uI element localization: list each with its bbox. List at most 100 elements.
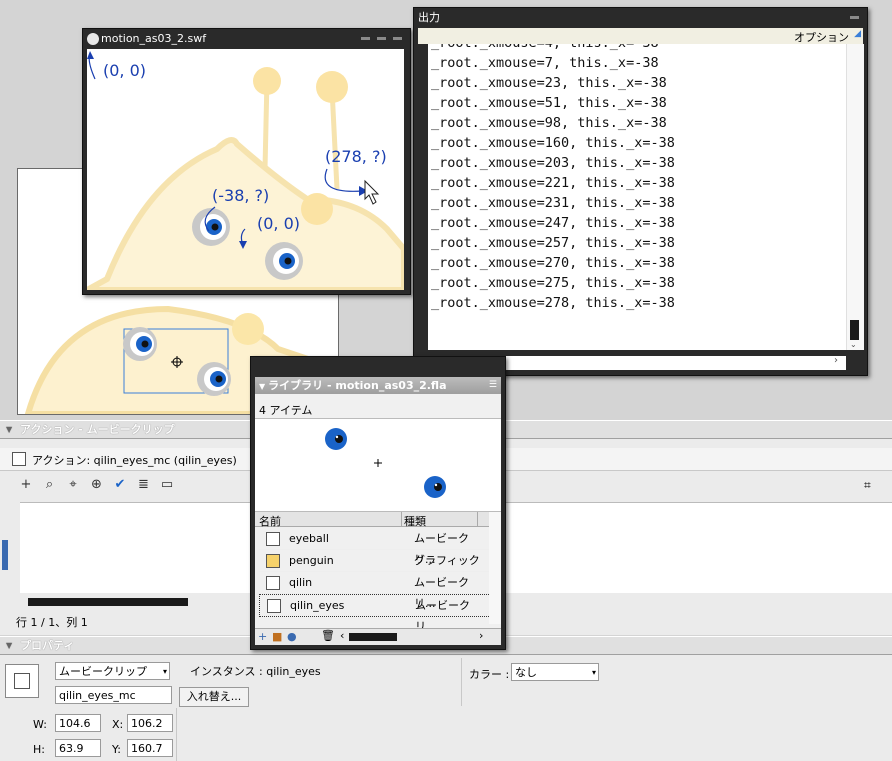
collapse-arrow-icon[interactable]: ▼ <box>6 421 12 438</box>
options-menu-arrow-icon[interactable]: ◢ <box>854 29 861 39</box>
output-line: _root._xmouse=203, this._x=-38 <box>431 155 675 171</box>
library-item[interactable]: qilin ムービークリ... <box>259 572 489 610</box>
close-button[interactable] <box>393 37 402 40</box>
instance-label: インスタンス : qilin_eyes <box>190 665 321 678</box>
library-item-selected[interactable]: qilin_eyes ムービークリ... <box>259 594 491 633</box>
output-close-button[interactable] <box>850 16 859 19</box>
properties-panel: ▼ プロパティ ムービークリップ ▾ qilin_eyes_mc インスタンス … <box>0 636 892 761</box>
clip-origin-annotation: (0, 0) <box>257 214 301 233</box>
divider <box>401 512 402 526</box>
dropdown-arrow-icon[interactable]: ▾ <box>592 664 596 682</box>
swf-player-window[interactable]: motion_as03_2.swf (0, 0) (278, ?) (-38, … <box>82 28 411 295</box>
swf-title: motion_as03_2.swf <box>101 32 207 45</box>
color-effect-select[interactable]: なし ▾ <box>511 663 599 681</box>
x-label: X: <box>112 718 124 731</box>
output-line: _root._xmouse=98, this._x=-38 <box>431 115 667 131</box>
left-position-annotation: (-38, ?) <box>212 186 270 205</box>
find-icon[interactable]: ⌕ <box>40 476 60 494</box>
new-symbol-icon[interactable]: + <box>258 630 267 643</box>
library-vscrollbar[interactable] <box>489 512 501 624</box>
output-line: _root._xmouse=7, this._x=-38 <box>431 55 659 71</box>
add-action-icon[interactable]: + <box>16 476 36 494</box>
new-folder-icon[interactable]: ■ <box>272 630 282 643</box>
auto-format-icon[interactable]: ≣ <box>134 476 154 494</box>
actions-target-label: アクション: qilin_eyes_mc (qilin_eyes) <box>32 454 237 467</box>
library-column-header: 名前 種類 <box>255 512 501 529</box>
y-label: Y: <box>112 743 121 756</box>
output-line: _root._xmouse=231, this._x=-38 <box>431 195 675 211</box>
x-input[interactable]: 106.2 <box>127 714 173 732</box>
output-line: _root._xmouse=23, this._x=-38 <box>431 75 667 91</box>
library-title: ライブラリ - motion_as03_2.fla <box>268 379 447 392</box>
library-titlebar[interactable]: ▼ ライブラリ - motion_as03_2.fla ☰ <box>255 377 501 394</box>
replace-icon[interactable]: ⌖ <box>63 476 83 494</box>
name-column-header[interactable]: 名前 <box>259 513 281 529</box>
output-line: _root._xmouse=160, this._x=-38 <box>431 135 675 151</box>
y-input[interactable]: 160.7 <box>127 739 173 757</box>
swap-symbol-button[interactable]: 入れ替え... <box>179 687 249 707</box>
origin-annotation: (0, 0) <box>103 61 147 80</box>
output-titlebar[interactable]: 出力 <box>414 8 867 28</box>
output-line: _root._xmouse=4, this._x=-38 <box>428 44 846 53</box>
library-item[interactable]: penguin グラフィック <box>259 550 489 572</box>
output-line: _root._xmouse=51, this._x=-38 <box>431 95 667 111</box>
output-window[interactable]: 出力 オプション ◢ _root._xmouse=4, this._x=-38_… <box>413 7 868 376</box>
eyeball-icon <box>325 428 347 450</box>
target-path-icon[interactable]: ⊕ <box>87 476 107 494</box>
output-line: _root._xmouse=275, this._x=-38 <box>431 275 675 291</box>
output-scroll-thumb[interactable] <box>850 320 859 340</box>
library-body: 4 アイテム 名前 種類 eyeball ムービークリ... penguin グラフ… <box>255 394 501 645</box>
divider <box>176 708 177 761</box>
divider <box>477 512 478 526</box>
flash-icon <box>87 33 99 45</box>
movieclip-icon <box>267 599 281 613</box>
output-vertical-scrollbar[interactable]: ⌄ <box>846 44 864 350</box>
mouse-cursor-icon <box>364 179 380 205</box>
scroll-down-arrow-icon[interactable]: ⌄ <box>850 340 857 349</box>
height-input[interactable]: 63.9 <box>55 739 101 757</box>
registration-point-icon <box>374 459 382 467</box>
output-line: _root._xmouse=257, this._x=-38 <box>431 235 675 251</box>
minimize-button[interactable] <box>361 37 370 40</box>
maximize-button[interactable] <box>377 37 386 40</box>
check-syntax-icon[interactable]: ✔ <box>110 476 130 494</box>
library-item[interactable]: eyeball ムービークリ... <box>259 528 489 566</box>
scroll-right-arrow-icon[interactable]: › <box>479 629 483 642</box>
cursor-position-status: 行 1 / 1、列 1 <box>16 616 88 629</box>
library-menu-icon[interactable]: ☰ <box>489 377 497 394</box>
delete-trash-icon[interactable]: 🗑 <box>321 629 335 642</box>
library-panel[interactable]: ▼ ライブラリ - motion_as03_2.fla ☰ 4 アイテム 名前 種… <box>250 356 506 650</box>
eyeball-icon <box>424 476 446 498</box>
scroll-right-arrow-icon[interactable]: › <box>834 355 838 366</box>
options-menu[interactable]: オプション <box>794 29 849 45</box>
swf-canvas: (0, 0) (278, ?) (-38, ?) (0, 0) <box>87 49 404 290</box>
script-hscroll-thumb[interactable] <box>28 598 188 606</box>
scroll-left-arrow-icon[interactable]: ‹ <box>340 629 344 642</box>
code-hint-icon[interactable]: ▭ <box>157 476 177 494</box>
symbol-thumbnail <box>5 664 39 698</box>
instance-name-input[interactable]: qilin_eyes_mc <box>55 686 172 704</box>
symbol-type-select[interactable]: ムービークリップ ▾ <box>55 662 170 680</box>
panel-splitter-handle[interactable] <box>2 540 8 570</box>
actions-toolbar: + ⌕ ⌖ ⊕ ✔ ≣ ▭ <box>16 476 256 498</box>
output-line: _root._xmouse=270, this._x=-38 <box>431 255 675 271</box>
properties-icon[interactable]: ● <box>287 630 297 643</box>
output-text-area[interactable]: _root._xmouse=4, this._x=-38 _root._xmous… <box>428 44 846 350</box>
width-input[interactable]: 104.6 <box>55 714 101 732</box>
output-options-bar: オプション ◢ <box>418 28 863 44</box>
collapse-arrow-icon[interactable]: ▼ <box>259 382 265 391</box>
pin-script-icon[interactable]: ⌗ <box>864 478 871 493</box>
eyeball-right-icon <box>197 362 231 396</box>
library-footer: + ■ ● 🗑 ‹ › <box>255 628 501 645</box>
properties-panel-title: プロパティ <box>20 639 75 652</box>
library-hscroll-thumb[interactable] <box>349 633 397 641</box>
movieclip-icon <box>266 576 280 590</box>
graphic-icon <box>266 554 280 568</box>
eyeball-right-icon <box>265 242 303 280</box>
eyeball-left-icon <box>123 327 157 361</box>
dropdown-arrow-icon[interactable]: ▾ <box>163 663 167 681</box>
script-hscrollbar[interactable] <box>20 596 250 608</box>
collapse-arrow-icon[interactable]: ▼ <box>6 637 12 654</box>
height-label: H: <box>33 743 45 756</box>
type-column-header[interactable]: 種類 <box>404 513 426 529</box>
